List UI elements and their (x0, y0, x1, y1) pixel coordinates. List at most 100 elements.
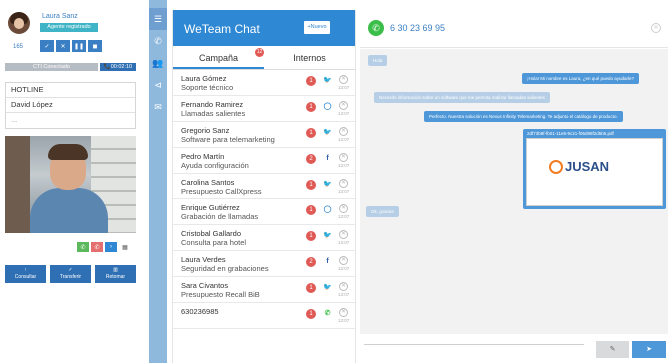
message-bubble: Hola (368, 55, 388, 66)
next-icon[interactable]: › (105, 242, 117, 252)
message-bubble: Necesito información sobre un software q… (374, 92, 550, 103)
call-controls: ✆ ✆ › ▦ (77, 242, 131, 252)
agent-extension: 165 (13, 44, 24, 50)
pause-button[interactable]: ❚❚ (72, 40, 86, 52)
call-line: HOTLINE (6, 83, 135, 98)
twitter-icon: 🐦 (323, 284, 332, 292)
attach-button[interactable]: ✎ (596, 341, 629, 358)
close-icon[interactable]: ✕ (339, 152, 348, 162)
transfer-button[interactable]: ✓ Transferir (50, 265, 91, 283)
connection-bar: CTI Conectado 📞00:02:10 (5, 63, 136, 71)
hangup-icon[interactable]: ✆ (91, 242, 103, 252)
message-bubble: Ok, gracias (366, 206, 399, 217)
close-icon[interactable]: ✕ (339, 178, 348, 188)
consult-button[interactable]: ↑ Consultar (5, 265, 46, 283)
contact-time: 13:07 (338, 240, 350, 246)
contact-subject: Software para telemarketing (181, 134, 275, 144)
phone-icon[interactable]: ✆ (149, 30, 167, 52)
call-extra: ... (11, 115, 18, 124)
retrieve-button[interactable]: ▥ Retomar (95, 265, 136, 283)
close-icon[interactable]: ✕ (339, 204, 348, 214)
close-icon[interactable]: ✕ (339, 126, 348, 136)
answer-icon[interactable]: ✆ (77, 242, 89, 252)
attachment-name: 2df73b8f-fb01-11e5-9c21-f06d98f2d5b5.pdf (527, 131, 614, 136)
close-icon[interactable]: ✕ (339, 256, 348, 266)
contact-name: Pedro Martín (181, 151, 225, 161)
unread-badge: 1 (306, 231, 316, 242)
contact-subject: Grabación de llamadas (181, 212, 259, 222)
nav-rail: ☰ ✆ 👥 ⊲ ✉ (149, 0, 167, 363)
twitter-icon: 🐦 (323, 232, 332, 240)
contact-time: 13:07 (338, 266, 350, 272)
contact-item[interactable]: Laura Verdes Seguridad en grabaciones 2 f ✕ 1… (173, 251, 355, 278)
share-icon[interactable]: ⊲ (149, 74, 167, 96)
unread-badge: 1 (306, 205, 316, 216)
close-icon[interactable]: ✕ (339, 100, 348, 110)
contact-time: 13:07 (338, 162, 350, 168)
contacts-icon[interactable]: 👥 (149, 52, 167, 74)
contact-time: 13:07 (338, 85, 350, 90)
dialpad-icon[interactable]: ▦ (119, 242, 131, 252)
unread-badge: 2 (306, 153, 316, 164)
cti-status: CTI Conectado (5, 63, 98, 71)
attachment-bubble[interactable]: 2df73b8f-fb01-11e5-9c21-f06d98f2d5b5.pdf… (523, 129, 666, 209)
agent-avatar (8, 12, 30, 34)
agent-status-badge[interactable]: Agente registrado (40, 23, 98, 32)
close-icon[interactable]: ✕ (339, 282, 348, 292)
contact-item[interactable]: Laura Gómez Soporte técnico 1 🐦 ✕ 13:07 (173, 70, 355, 96)
tab-badge: 12 (255, 48, 264, 57)
contact-subject: Presupuesto Recall BiB (181, 290, 260, 300)
twitter-icon: 🐦 (323, 128, 332, 136)
close-icon[interactable]: ✕ (651, 23, 661, 33)
ready-button[interactable]: ✓ (40, 40, 54, 52)
contact-name: Carolina Santos (181, 177, 235, 187)
contact-item[interactable]: Fernando Ramirez Llamadas salientes 1 ◯ ✕ 13:… (173, 96, 355, 122)
contact-item[interactable]: Sara Civantos Presupuesto Recall BiB 1 🐦 ✕ 13… (173, 277, 355, 304)
conversation-header: ✆ 6 30 23 69 95 ✕ (360, 10, 668, 48)
stop-button[interactable]: ◼ (88, 40, 102, 52)
send-button[interactable]: ➤ (632, 341, 666, 358)
new-chat-button[interactable]: +Nuevo (304, 21, 330, 34)
close-icon[interactable]: ✕ (339, 75, 348, 84)
twitter-icon: 🐦 (323, 180, 332, 188)
contact-subject: Soporte técnico (181, 83, 234, 92)
tab-campaign[interactable]: Campaña 12 (173, 46, 264, 69)
contact-time: 13:07 (338, 318, 350, 324)
close-icon[interactable]: ✕ (339, 230, 348, 240)
call-actions: ↑ Consultar ✓ Transferir ▥ Retomar (5, 265, 136, 283)
message-bubble: Perfecto. Nuestra solución es Nexus Infi… (424, 111, 623, 122)
contact-item[interactable]: Pedro Martín Ayuda configuración 2 f ✕ 13:07 (173, 148, 355, 174)
chat-list-panel: WeTeam Chat +Nuevo Campaña 12 Internos La… (172, 10, 356, 363)
jusan-logo-mark (549, 160, 563, 174)
contact-time: 13:07 (338, 110, 350, 116)
unread-badge: 1 (306, 283, 316, 294)
contact-item[interactable]: Carolina Santos Presupuesto CallXpress 1 🐦 ✕… (173, 174, 355, 200)
contact-name: Laura Gómez (181, 74, 227, 83)
call-info: HOTLINE David López ... (5, 82, 136, 129)
contact-time: 13:07 (338, 188, 350, 194)
message-area: Hola ¡Hola! Mi nombre es Laura, ¿en qué … (360, 49, 668, 334)
contact-list: Laura Gómez Soporte técnico 1 🐦 ✕ 13:07 Fernan… (173, 70, 355, 329)
close-icon[interactable]: ✕ (339, 308, 348, 318)
mail-icon[interactable]: ✉ (149, 96, 167, 118)
contact-subject: Presupuesto CallXpress (181, 186, 262, 196)
attachment-preview[interactable]: JUSAN (526, 138, 663, 206)
whatsapp-icon: ✆ (368, 20, 384, 36)
contact-name: 630236985 (181, 307, 219, 317)
logout-button[interactable]: ✕ (56, 40, 70, 52)
contact-item[interactable]: Cristobal Gallardo Consulta para hotel 1 🐦 ✕… (173, 225, 355, 252)
contact-name: Gregorio Sanz (181, 125, 230, 135)
contact-item[interactable]: Enrique Gutiérrez Grabación de llamadas 1 ◯… (173, 199, 355, 226)
menu-icon[interactable]: ☰ (149, 8, 167, 30)
contact-item[interactable]: Gregorio Sanz Software para telemarketing… (173, 122, 355, 148)
tab-internal[interactable]: Internos (264, 46, 355, 69)
video-call-feed (5, 136, 136, 233)
unread-badge: 1 (306, 76, 316, 86)
unread-badge: 1 (306, 309, 316, 320)
contact-time: 13:07 (338, 214, 350, 220)
agent-name: Laura Sanz (42, 13, 78, 20)
contact-name: Enrique Gutiérrez (181, 203, 240, 213)
contact-item[interactable]: 630236985 1 ✆ ✕ 13:07 (173, 303, 355, 329)
message-input[interactable] (364, 344, 584, 345)
chat-circle-icon: ◯ (323, 206, 332, 214)
